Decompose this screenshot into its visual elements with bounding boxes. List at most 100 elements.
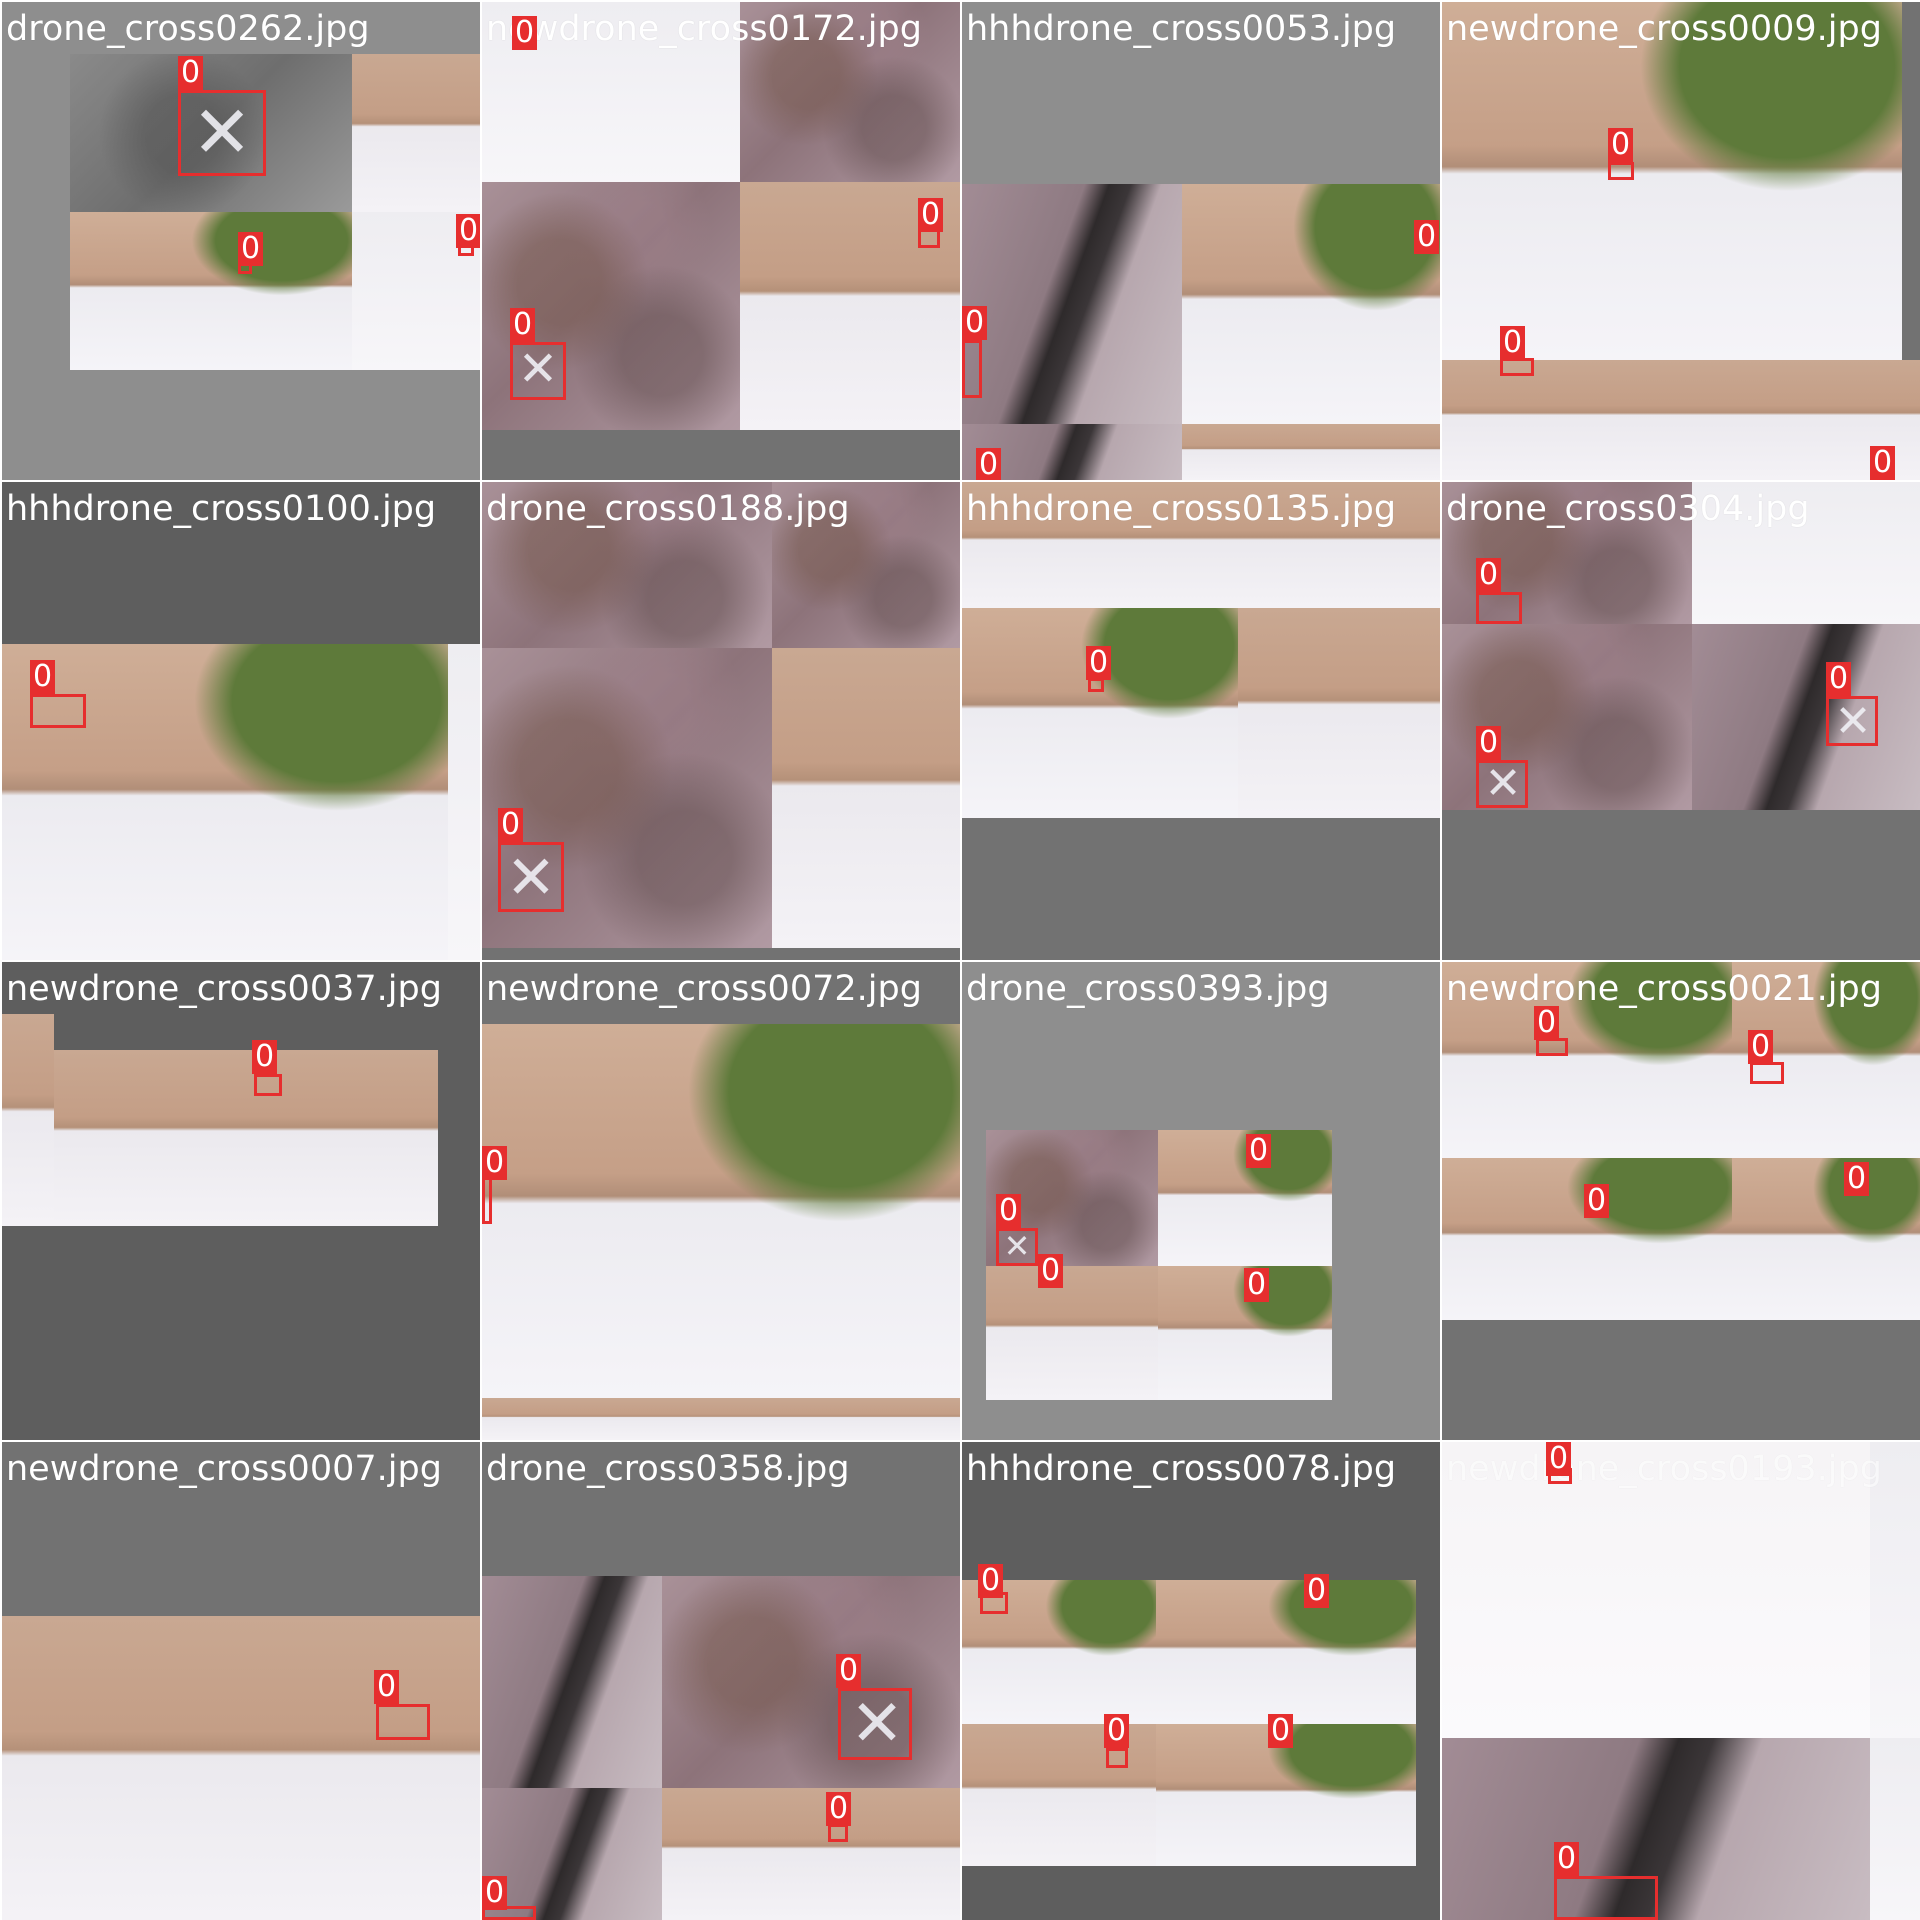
photo-region [772, 648, 960, 948]
detection-box [254, 1074, 282, 1096]
mosaic-tile: hhhdrone_cross0100.jpg 0 [2, 482, 480, 960]
mosaic-tile: ✕ newdrone_cross0172.jpg 0 0 0 [482, 2, 960, 480]
photo-region [1692, 624, 1920, 810]
mosaic-tile: newdrone_cross0009.jpg 0 0 0 [1442, 2, 1920, 480]
photo-region [352, 54, 480, 212]
mosaic-tile: ✕ drone_cross0262.jpg 0 0 0 [2, 2, 480, 480]
photo-region [962, 184, 1182, 424]
photo-region [1442, 360, 1920, 480]
mosaic-tile: ✕ ✕ drone_cross0304.jpg 0 0 0 [1442, 482, 1920, 960]
detection-label: 0 [1554, 1842, 1580, 1876]
detection-label: 0 [918, 198, 944, 232]
photo-region [1870, 1738, 1920, 1920]
detection-label: 0 [510, 308, 536, 342]
detection-box [30, 694, 86, 728]
tile-filename: drone_cross0262.jpg [6, 9, 370, 49]
photo-region [2, 1014, 54, 1226]
detection-label: 0 [456, 214, 480, 248]
detection-label: 0 [1246, 1134, 1272, 1168]
photo-region [1442, 2, 1902, 360]
detection-label: 0 [238, 232, 264, 266]
detection-label: 0 [482, 1146, 508, 1180]
tile-filename: drone_cross0393.jpg [966, 969, 1330, 1009]
detection-box [498, 842, 564, 912]
tile-filename: newdrone_cross0072.jpg [486, 969, 922, 1009]
detection-label: 0 [1244, 1268, 1270, 1302]
detection-label: 0 [374, 1670, 400, 1704]
detection-label: 0 [482, 1876, 508, 1910]
detection-box [962, 340, 982, 398]
tile-filename: newdrone_cross0021.jpg [1446, 969, 1882, 1009]
tile-filename: drone_cross0304.jpg [1446, 489, 1810, 529]
detection-label: 0 [178, 56, 204, 90]
photo-region [2, 1616, 480, 1920]
detection-box [1608, 162, 1634, 180]
tile-filename: hhhdrone_cross0135.jpg [966, 489, 1397, 529]
detection-label: 0 [30, 660, 56, 694]
detection-label: 0 [1546, 1442, 1572, 1476]
mosaic-tile: hhhdrone_cross0078.jpg 0 0 0 0 [962, 1442, 1440, 1920]
mosaic-tile: hhhdrone_cross0053.jpg 0 0 0 [962, 2, 1440, 480]
detection-box [838, 1688, 912, 1760]
mosaic-tile: ✕ drone_cross0393.jpg 0 0 0 0 [962, 962, 1440, 1440]
detection-label: 0 [498, 808, 524, 842]
mosaic-tile: newdrone_cross0007.jpg 0 [2, 1442, 480, 1920]
photo-region [962, 608, 1238, 818]
photo-region [448, 644, 480, 960]
detection-box [828, 1824, 848, 1842]
tile-filename: hhhdrone_cross0053.jpg [966, 9, 1397, 49]
detection-label: 0 [1608, 128, 1634, 162]
detection-label: 0 [1844, 1162, 1870, 1196]
detection-label: 0 [962, 306, 988, 340]
detection-box [1106, 1748, 1128, 1768]
tile-filename: newdrone_cross0193.jpg [1446, 1449, 1882, 1489]
photo-region [1238, 608, 1440, 818]
photo-region [482, 1576, 662, 1788]
detection-box [1826, 696, 1878, 746]
tile-filename: newdrone_cross0037.jpg [6, 969, 442, 1009]
detection-label: 0 [1870, 446, 1896, 480]
detection-label: 0 [1476, 558, 1502, 592]
photo-region [1732, 1158, 1920, 1320]
tile-filename: newdrone_cross0007.jpg [6, 1449, 442, 1489]
tile-filename: newdrone_cross0172.jpg [486, 9, 922, 49]
detection-label: 0 [996, 1194, 1022, 1228]
mosaic-tile: ✕ drone_cross0188.jpg 0 [482, 482, 960, 960]
detection-box [510, 342, 566, 400]
photo-region [482, 1024, 960, 1398]
mosaic-tile: ✕ drone_cross0358.jpg 0 0 0 [482, 1442, 960, 1920]
detection-label: 0 [1268, 1714, 1294, 1748]
photo-region [1156, 1580, 1416, 1724]
detection-box [1536, 1038, 1568, 1056]
detection-label: 0 [836, 1654, 862, 1688]
detection-label: 0 [1414, 220, 1440, 254]
detection-box [1476, 592, 1522, 624]
photo-region [986, 1266, 1158, 1400]
photo-region [54, 1050, 438, 1226]
photo-region [70, 212, 352, 370]
detection-box [1750, 1062, 1784, 1084]
photo-region [482, 1398, 960, 1440]
mosaic-tile: hhhdrone_cross0135.jpg 0 [962, 482, 1440, 960]
detection-box [1476, 760, 1528, 808]
tile-filename: drone_cross0358.jpg [486, 1449, 850, 1489]
photo-region [662, 1576, 960, 1788]
detection-label: 0 [512, 16, 538, 50]
detection-label: 0 [1304, 1574, 1330, 1608]
photo-region [2, 644, 448, 960]
mosaic-tile: newdrone_cross0072.jpg 0 [482, 962, 960, 1440]
detection-box [178, 90, 266, 176]
photo-region [1182, 424, 1440, 480]
detection-box [482, 1176, 492, 1224]
detection-label: 0 [1584, 1184, 1610, 1218]
detection-label: 0 [1500, 326, 1526, 360]
mosaic-tile: newdrone_cross0021.jpg 0 0 0 0 [1442, 962, 1920, 1440]
detection-label: 0 [1104, 1714, 1130, 1748]
detection-label: 0 [1086, 646, 1112, 680]
mosaic-tile: newdrone_cross0193.jpg 0 0 [1442, 1442, 1920, 1920]
photo-region [662, 1788, 960, 1920]
photo-region [1182, 184, 1440, 424]
detection-box [1500, 358, 1534, 376]
detection-label: 0 [826, 1792, 852, 1826]
detection-label: 0 [1476, 726, 1502, 760]
